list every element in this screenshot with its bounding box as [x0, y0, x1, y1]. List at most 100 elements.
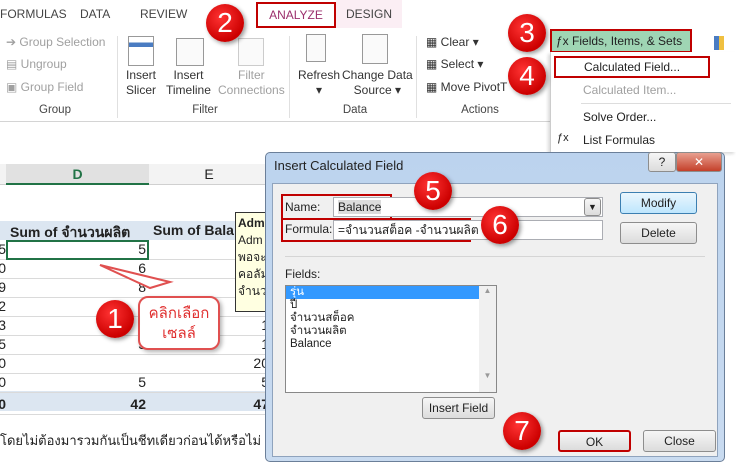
- sum-production-cell[interactable]: 42: [6, 396, 146, 412]
- insert-slicer-button[interactable]: Insert Slicer: [126, 68, 156, 98]
- row-label-cell[interactable]: 0: [0, 355, 6, 371]
- step-6-badge: 6: [481, 206, 519, 244]
- sum-balance-cell[interactable]: 47: [149, 396, 269, 412]
- fields-items-sets-menu: Calculated Field... Calculated Item... S…: [550, 52, 736, 152]
- group-selection-button[interactable]: ➔ Group Selection: [6, 35, 105, 50]
- tab-data[interactable]: DATA: [80, 7, 110, 21]
- label: Group Selection: [19, 35, 106, 49]
- row-line: [0, 414, 265, 415]
- ribbon-tabs: FORMULAS DATA REVIEW ANALYZE DESIGN: [0, 0, 736, 30]
- label: Ungroup: [20, 57, 67, 71]
- comment-text: คอลัม: [238, 267, 269, 281]
- label: Refresh: [298, 68, 341, 82]
- formula-input[interactable]: =จำนวนสต็อค -จำนวนผลิต: [333, 220, 603, 240]
- step-3-badge: 3: [508, 14, 546, 52]
- name-value: Balance: [338, 200, 382, 214]
- name-dropdown-button[interactable]: ▼: [584, 198, 601, 216]
- ok-button[interactable]: OK: [558, 430, 631, 452]
- filter-connections-icon: [238, 38, 264, 66]
- callout-select-cell: คลิกเลือก เซลล์: [138, 296, 220, 350]
- name-label: Name:: [285, 200, 321, 214]
- fields-scrollbar[interactable]: ▲ ▼: [479, 286, 496, 392]
- comment-text: พอจะ: [238, 250, 267, 264]
- clear-button[interactable]: ▦ Clear ▾: [426, 35, 479, 50]
- select-button[interactable]: ▦ Select ▾: [426, 57, 483, 72]
- label: Select: [440, 57, 475, 71]
- menu-item-list-formulas[interactable]: List Formulas: [583, 133, 655, 147]
- column-header-e[interactable]: E: [149, 164, 269, 185]
- refresh-button[interactable]: Refresh ▾: [298, 68, 340, 98]
- tab-design[interactable]: DESIGN: [336, 0, 402, 28]
- label: Calculated Field...: [584, 60, 681, 74]
- fields-list[interactable]: รุ่น ปี จำนวนสต็อค จำนวนผลิต Balance ▲ ▼: [285, 285, 497, 393]
- comment-text: Adm: [238, 233, 263, 247]
- comment-text: จำนว: [238, 284, 267, 298]
- fields-label: Fields:: [285, 267, 321, 281]
- sum-balance-cell[interactable]: 20: [149, 355, 269, 371]
- group-field-button[interactable]: ▣ Group Field: [6, 80, 83, 95]
- header-sum-balance[interactable]: Sum of Bala: [153, 222, 234, 238]
- group-label: Filter: [192, 104, 218, 116]
- close-button[interactable]: Close: [643, 430, 716, 452]
- callout-pointer: [99, 264, 174, 290]
- dialog-title: Insert Calculated Field: [274, 158, 404, 173]
- group-label: Group: [39, 104, 71, 116]
- close-x-button[interactable]: ✕: [676, 152, 722, 172]
- field-item[interactable]: Balance: [286, 338, 479, 351]
- step-7-badge: 7: [503, 412, 541, 450]
- tab-review[interactable]: REVIEW: [140, 7, 187, 21]
- fields-items-sets-button[interactable]: ƒx Fields, Items, & Sets ▾: [550, 29, 692, 68]
- cell-text: โดยไม่ต้องมารวมกันเป็นชีทเดียวก่อนได้หรื…: [0, 433, 262, 448]
- move-pivottable-button[interactable]: ▦ Move PivotT: [426, 80, 507, 95]
- insert-field-button[interactable]: Insert Field: [422, 397, 495, 419]
- label: Fields, Items, & Sets: [572, 34, 683, 48]
- modify-button[interactable]: Modify: [620, 192, 697, 214]
- slicer-icon: [128, 36, 154, 66]
- step-4-badge: 4: [508, 57, 546, 95]
- help-button[interactable]: ?: [648, 152, 676, 172]
- ribbon: ➔ Group Selection ▤ Ungroup ▣ Group Fiel…: [0, 30, 550, 122]
- list-formulas-icon: ƒx: [557, 132, 569, 144]
- filter-connections-button[interactable]: Filter Connections: [218, 68, 285, 98]
- name-input[interactable]: Balance: [333, 197, 603, 217]
- group-label: Actions: [461, 104, 499, 116]
- label: Group Field: [20, 80, 84, 94]
- label: Move PivotT: [440, 80, 508, 94]
- change-source-icon: [362, 34, 388, 64]
- menu-item-calculated-item[interactable]: Calculated Item...: [583, 83, 676, 97]
- row-line: [0, 392, 265, 393]
- divider: [289, 36, 290, 118]
- label: Timeline: [166, 83, 211, 97]
- menu-item-calculated-field[interactable]: Calculated Field...: [554, 56, 710, 78]
- label: Insert: [173, 68, 204, 82]
- delete-button[interactable]: Delete: [620, 222, 697, 244]
- step-1-badge: 1: [96, 300, 134, 338]
- menu-item-solve-order[interactable]: Solve Order...: [583, 110, 656, 124]
- label: Connections: [218, 83, 285, 97]
- tab-analyze[interactable]: ANALYZE: [256, 2, 336, 28]
- fx-icon: ƒx: [556, 34, 569, 48]
- field-item[interactable]: รุ่น: [286, 286, 479, 299]
- insert-timeline-button[interactable]: Insert Timeline: [166, 68, 211, 98]
- column-header-d[interactable]: D: [6, 164, 149, 185]
- ungroup-button[interactable]: ▤ Ungroup: [6, 57, 67, 72]
- sum-balance-cell[interactable]: 5: [149, 374, 269, 390]
- divider: [117, 36, 118, 118]
- sum-production-cell[interactable]: 5: [6, 336, 146, 352]
- sum-production-cell[interactable]: 5: [6, 374, 146, 390]
- field-item[interactable]: ปี: [286, 299, 479, 312]
- label: Filter: [238, 68, 265, 82]
- group-label: Data: [342, 104, 368, 116]
- step-5-badge: 5: [414, 172, 452, 210]
- timeline-icon: [176, 38, 204, 66]
- label: Slicer: [126, 83, 157, 97]
- change-data-source-button[interactable]: Change Data Source ▾: [342, 68, 413, 98]
- tab-formulas[interactable]: FORMULAS: [0, 7, 67, 21]
- label: Source: [353, 83, 392, 97]
- selected-cell[interactable]: [6, 240, 149, 260]
- field-item[interactable]: จำนวนผลิต: [286, 325, 479, 338]
- field-item[interactable]: จำนวนสต็อค: [286, 312, 479, 325]
- divider: [581, 103, 731, 104]
- refresh-icon: [306, 34, 326, 62]
- label: Change Data: [342, 68, 413, 82]
